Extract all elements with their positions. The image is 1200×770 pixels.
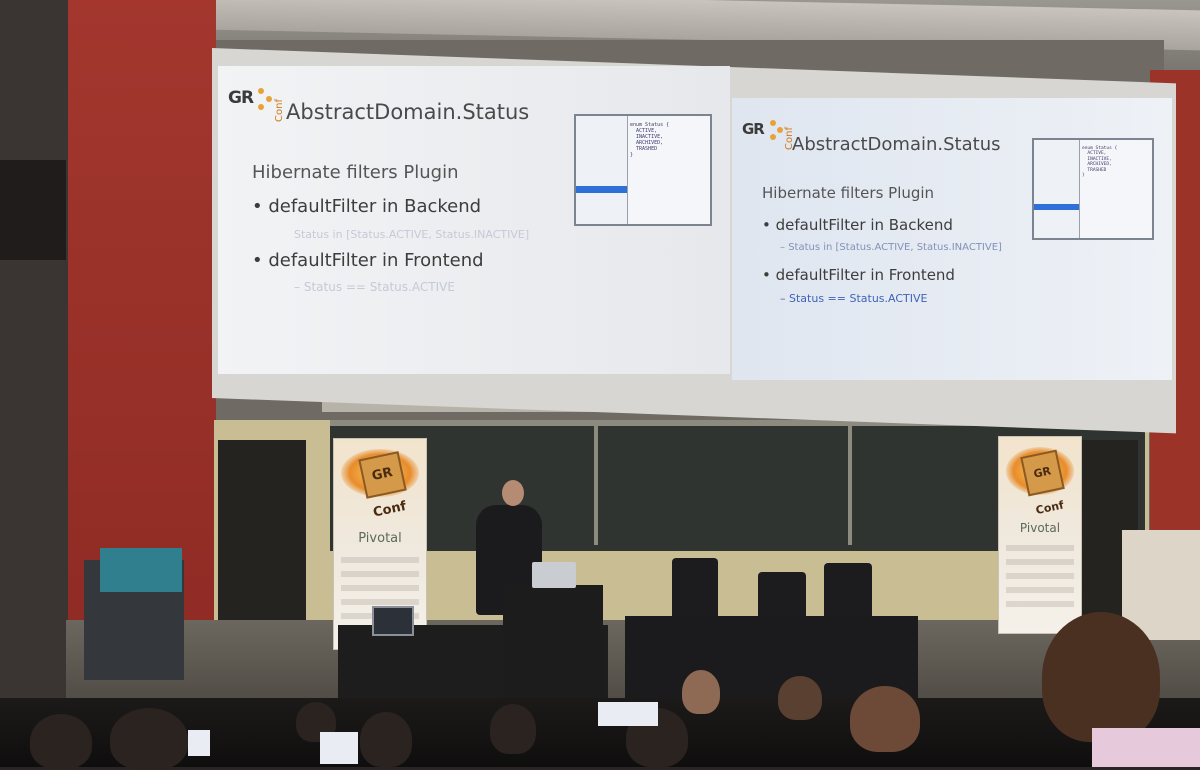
logo-dot [258,104,264,110]
door-left [218,440,306,650]
sub-bullet-text: Status == Status.ACTIVE [789,292,928,305]
sub-bullet-text: Status in [Status.ACTIVE, Status.INACTIV… [788,242,1002,253]
code-text: enum Status { ACTIVE, INACTIVE, ARCHIVED… [1082,146,1118,178]
banner-logo: GR Conf [357,451,407,521]
bullet-item: • defaultFilter in Backend [762,216,953,234]
code-screenshot: enum Status { ACTIVE, INACTIVE, ARCHIVED… [1032,138,1154,240]
conference-banner-right: GR Conf Pivotal [998,436,1082,634]
laptop [532,562,576,588]
bullet-text: defaultFilter in Frontend [268,250,484,271]
selected-row [576,186,627,193]
sub-bullet: – Status in [Status.ACTIVE, Status.INACT… [780,242,1002,253]
code-screenshot: enum Status { ACTIVE, INACTIVE, ARCHIVED… [574,114,712,226]
audience-laptop [1092,728,1200,767]
slide-left: GR Conf AbstractDomain.Status Hibernate … [218,66,730,374]
left-pillar [0,0,68,767]
audience-head [490,704,536,754]
slide-title: AbstractDomain.Status [286,100,530,124]
bullet-text: defaultFilter in Backend [268,196,482,217]
banner-logo: GR Conf [1019,449,1065,517]
bullet-item: • defaultFilter in Backend [252,196,482,217]
logo-text: GR [742,120,765,138]
slide-subtitle: Hibernate filters Plugin [762,184,935,202]
wall-speaker [0,160,66,260]
code-text: enum Status { ACTIVE, INACTIVE, ARCHIVED… [630,122,670,158]
selected-row [1034,204,1079,210]
sub-bullet-text: Status == Status.ACTIVE [303,280,455,294]
slide-title: AbstractDomain.Status [792,134,1001,155]
logo-dot [777,127,783,133]
bullet-item: • defaultFilter in Frontend [762,266,955,284]
logo-dot [266,96,272,102]
audience-head [682,670,720,714]
logo-dot [770,134,776,140]
slide-right: GR Conf AbstractDomain.Status Hibernate … [732,98,1172,380]
banner-sponsor: Pivotal [358,531,402,546]
laptop [372,606,414,636]
audience-head [1042,612,1160,742]
grconf-logo: GR Conf [228,82,285,122]
slide-subtitle: Hibernate filters Plugin [252,162,459,183]
logo-dot [258,88,264,94]
banner-sponsor: Pivotal [1019,521,1061,535]
chair [672,558,718,618]
grconf-logo: GR Conf [742,114,795,154]
sub-bullet: – Status == Status.ACTIVE [294,280,455,294]
logo-text: GR [228,88,254,108]
sponsor-logos [1005,545,1075,615]
blackboard-divider [848,420,852,545]
audience-laptop [598,702,658,726]
audience-head [360,712,412,767]
audience-head [778,676,822,720]
code-sidebar [1034,140,1080,238]
logo-dot [770,120,776,126]
audience-head [850,686,920,752]
code-sidebar [576,116,628,224]
bullet-item: • defaultFilter in Frontend [252,250,484,271]
logo-conf-text: Conf [274,99,285,122]
sub-bullet: Status in [Status.ACTIVE, Status.INACTIV… [294,228,530,241]
audience-head [30,714,92,769]
bullet-text: defaultFilter in Frontend [775,266,955,284]
cart-equipment [100,548,182,592]
chair [824,563,872,619]
audience-head [110,708,188,770]
audience-laptop [320,732,358,764]
bullet-text: defaultFilter in Backend [775,216,953,234]
blackboard-divider [594,420,598,545]
chair [758,572,806,620]
presenter-head [502,480,524,506]
audience-laptop [188,730,210,756]
sub-bullet: – Status == Status.ACTIVE [780,292,928,305]
